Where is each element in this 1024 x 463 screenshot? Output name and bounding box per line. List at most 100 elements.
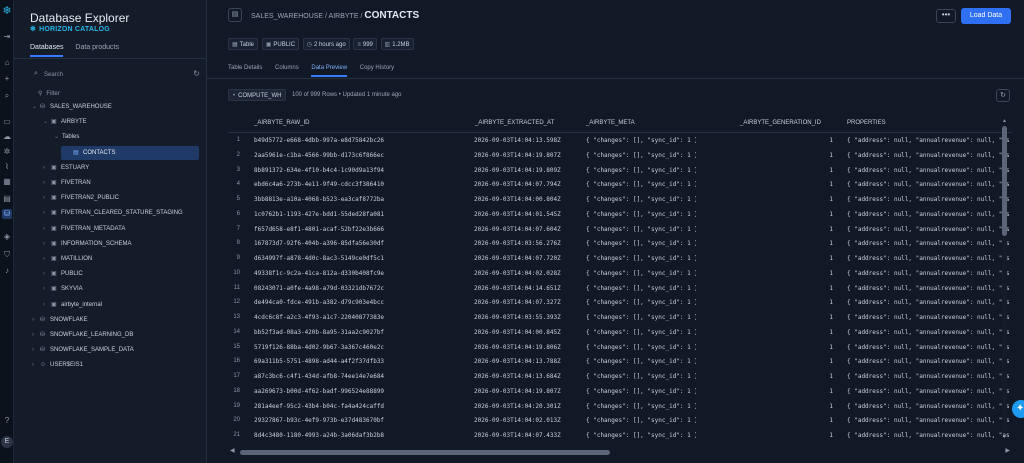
- table-cell[interactable]: { "address": null, "annualrevenue": null…: [847, 310, 1012, 325]
- warehouse-selector[interactable]: • COMPUTE_WH: [228, 89, 287, 101]
- chevron-right-icon[interactable]: ›: [32, 328, 40, 342]
- table-cell[interactable]: 1: [788, 340, 833, 355]
- table-cell[interactable]: { "address": null, "annualrevenue": null…: [847, 266, 1012, 281]
- table-cell[interactable]: { "changes": [], "sync_id": 1 }: [586, 133, 696, 148]
- table-cell[interactable]: 2026-09-03T14:04:19.807Z: [474, 384, 578, 399]
- refresh-icon[interactable]: ↻: [193, 69, 200, 78]
- table-cell[interactable]: 1: [788, 222, 833, 237]
- table-cell[interactable]: { "address": null, "annualrevenue": null…: [847, 295, 1012, 310]
- table-cell[interactable]: 1c0762b1-1193-427e-bdd1-55ded28fa081: [254, 207, 454, 222]
- table-cell[interactable]: 1: [788, 384, 833, 399]
- column-header[interactable]: _AIRBYTE_EXTRACTED_AT: [475, 115, 554, 131]
- horizontal-scrollbar[interactable]: ◀ ▶: [228, 447, 1012, 456]
- marketplace-icon[interactable]: ▦: [2, 177, 12, 187]
- table-cell[interactable]: 1: [788, 325, 833, 340]
- table-cell[interactable]: 2026-09-03T14:04:07.327Z: [474, 295, 578, 310]
- table-cell[interactable]: 1: [788, 399, 833, 414]
- table-row[interactable]: 2 2aa5961e-c1ba-4566-99bb-d173c6f866ec 202…: [228, 148, 1012, 163]
- table-cell[interactable]: 8d4c3480-1180-4993-a24b-3a06daf3b2b8: [254, 428, 454, 443]
- plus-icon[interactable]: +: [2, 74, 12, 84]
- table-cell[interactable]: 1: [788, 207, 833, 222]
- table-row[interactable]: 8 167873d7-92f6-404b-a396-85dfa56e30df 202…: [228, 236, 1012, 251]
- table-cell[interactable]: aa269673-b00d-4f62-badf-996524e88899: [254, 384, 454, 399]
- table-cell[interactable]: { "changes": [], "sync_id": 1 }: [586, 310, 696, 325]
- tab-databases[interactable]: Databases: [30, 44, 64, 57]
- tab-data-products[interactable]: Data products: [75, 44, 119, 55]
- table-cell[interactable]: 69a311b5-5751-4898-ad44-a4f2f37dfb33: [254, 354, 454, 369]
- table-cell[interactable]: a87c3bc6-c4f1-434d-afb8-74ee14e7e684: [254, 369, 454, 384]
- table-row[interactable]: 10 49338f1c-9c2a-41ca-812a-d330b408fc9e 20…: [228, 266, 1012, 281]
- projects-icon[interactable]: ▭: [2, 117, 12, 127]
- table-cell[interactable]: 2026-09-03T14:04:19.806Z: [474, 340, 578, 355]
- table-cell[interactable]: 2026-09-03T14:04:02.013Z: [474, 413, 578, 428]
- scroll-left-icon[interactable]: ◀: [230, 447, 235, 454]
- breadcrumb-path[interactable]: SALES_WAREHOUSE / AIRBYTE /: [251, 13, 362, 20]
- table-row[interactable]: 14 bb52f3ad-08a3-420b-8a95-31aa2c9027bf 20…: [228, 325, 1012, 340]
- tree-item[interactable]: ▤ CONTACTS: [61, 145, 199, 160]
- table-row[interactable]: 15 5719f126-88ba-4d02-9b67-3a367c460e2c 20…: [228, 340, 1012, 355]
- table-cell[interactable]: 49338f1c-9c2a-41ca-812a-d330b408fc9e: [254, 266, 454, 281]
- table-cell[interactable]: { "changes": [], "sync_id": 1 }: [586, 295, 696, 310]
- tab-copy-history[interactable]: Copy History: [360, 65, 394, 75]
- tree-item[interactable]: › ☺ USER$EIS1: [32, 358, 83, 372]
- table-cell[interactable]: 2026-09-03T14:04:02.028Z: [474, 266, 578, 281]
- tree-item[interactable]: › ▣ MATILLION: [43, 252, 92, 266]
- table-cell[interactable]: { "changes": [], "sync_id": 1 }: [586, 354, 696, 369]
- tree-item[interactable]: › ▣ FIVETRAN_CLEARED_STATURE_STAGING: [43, 206, 183, 220]
- refresh-preview-button[interactable]: ↻: [996, 89, 1010, 102]
- table-cell[interactable]: { "address": null, "annualrevenue": null…: [847, 281, 1012, 296]
- table-cell[interactable]: 2026-09-03T14:04:00.804Z: [474, 192, 578, 207]
- table-cell[interactable]: 1: [788, 413, 833, 428]
- table-cell[interactable]: 2026-09-03T14:04:13.598Z: [474, 133, 578, 148]
- table-cell[interactable]: { "changes": [], "sync_id": 1 }: [586, 413, 696, 428]
- table-cell[interactable]: 1: [788, 428, 833, 443]
- tree-item[interactable]: › ▣ ESTUARY: [43, 161, 89, 175]
- chevron-right-icon[interactable]: ›: [43, 176, 51, 190]
- table-cell[interactable]: { "address": null, "annualrevenue": null…: [847, 399, 1012, 414]
- table-row[interactable]: 6 1c0762b1-1193-427e-bdd1-55ded28fa081 202…: [228, 207, 1012, 222]
- table-cell[interactable]: { "address": null, "annualrevenue": null…: [847, 325, 1012, 340]
- horizontal-scroll-thumb[interactable]: [240, 450, 610, 455]
- tree-item[interactable]: ⌄ Tables: [54, 130, 79, 144]
- table-cell[interactable]: 2026-09-03T14:04:07.794Z: [474, 177, 578, 192]
- table-cell[interactable]: 2026-09-03T14:04:20.301Z: [474, 399, 578, 414]
- chevron-right-icon[interactable]: ›: [32, 313, 40, 327]
- chevron-right-icon[interactable]: ›: [43, 267, 51, 281]
- help-icon[interactable]: ?: [2, 416, 12, 426]
- table-cell[interactable]: { "changes": [], "sync_id": 1 }: [586, 236, 696, 251]
- filter-button[interactable]: ⚲ Filter: [38, 90, 60, 97]
- table-cell[interactable]: f657d658-e8f1-4801-acaf-52bf22e3b666: [254, 222, 454, 237]
- table-cell[interactable]: 1: [788, 148, 833, 163]
- table-cell[interactable]: 2026-09-03T14:03:55.393Z: [474, 310, 578, 325]
- column-header[interactable]: _AIRBYTE_RAW_ID: [254, 115, 309, 131]
- table-cell[interactable]: { "address": null, "annualrevenue": null…: [847, 222, 1012, 237]
- table-row[interactable]: 18 aa269673-b00d-4f62-badf-996524e88899 20…: [228, 384, 1012, 399]
- table-cell[interactable]: { "changes": [], "sync_id": 1 }: [586, 148, 696, 163]
- scroll-up-icon[interactable]: ▲: [1002, 118, 1007, 124]
- table-cell[interactable]: { "address": null, "annualrevenue": null…: [847, 369, 1012, 384]
- table-row[interactable]: 3 8b891372-634e-4f10-b4c4-1c90d9a13f94 202…: [228, 163, 1012, 178]
- tree-item[interactable]: › ▣ PUBLIC: [43, 267, 83, 281]
- chevron-right-icon[interactable]: ›: [43, 206, 51, 220]
- scroll-down-icon[interactable]: ▼: [1002, 434, 1007, 440]
- table-cell[interactable]: 1: [788, 310, 833, 325]
- table-cell[interactable]: 2026-09-03T14:04:13.684Z: [474, 369, 578, 384]
- table-cell[interactable]: { "changes": [], "sync_id": 1 }: [586, 340, 696, 355]
- table-row[interactable]: 7 f657d658-e8f1-4801-acaf-52bf22e3b666 202…: [228, 222, 1012, 237]
- table-cell[interactable]: { "changes": [], "sync_id": 1 }: [586, 399, 696, 414]
- table-row[interactable]: 1 b49d5772-e668-4dbb-997a-e8d75842bc26 202…: [228, 133, 1012, 148]
- tree-item[interactable]: › ▣ airbyte_internal: [43, 298, 102, 312]
- table-row[interactable]: 12 de494ca0-fdce-491b-a382-d79c903e4bcc 20…: [228, 295, 1012, 310]
- vertical-scrollbar[interactable]: [1002, 126, 1007, 431]
- table-cell[interactable]: 2026-09-03T14:04:19.807Z: [474, 148, 578, 163]
- chevron-right-icon[interactable]: ›: [43, 252, 51, 266]
- data-icon[interactable]: ☁: [2, 132, 12, 142]
- table-cell[interactable]: 2026-09-03T14:04:07.433Z: [474, 428, 578, 443]
- chevron-down-icon[interactable]: ⌄: [32, 100, 40, 114]
- table-cell[interactable]: { "changes": [], "sync_id": 1 }: [586, 281, 696, 296]
- table-cell[interactable]: d634997f-a878-4d0c-8ac3-5149ce0df5c1: [254, 251, 454, 266]
- chevron-right-icon[interactable]: ›: [43, 282, 51, 296]
- chevron-right-icon[interactable]: ›: [32, 343, 40, 357]
- table-cell[interactable]: 3bb8813e-a10a-4068-b523-ea3caf8772ba: [254, 192, 454, 207]
- collapse-icon[interactable]: ⇥: [2, 32, 12, 42]
